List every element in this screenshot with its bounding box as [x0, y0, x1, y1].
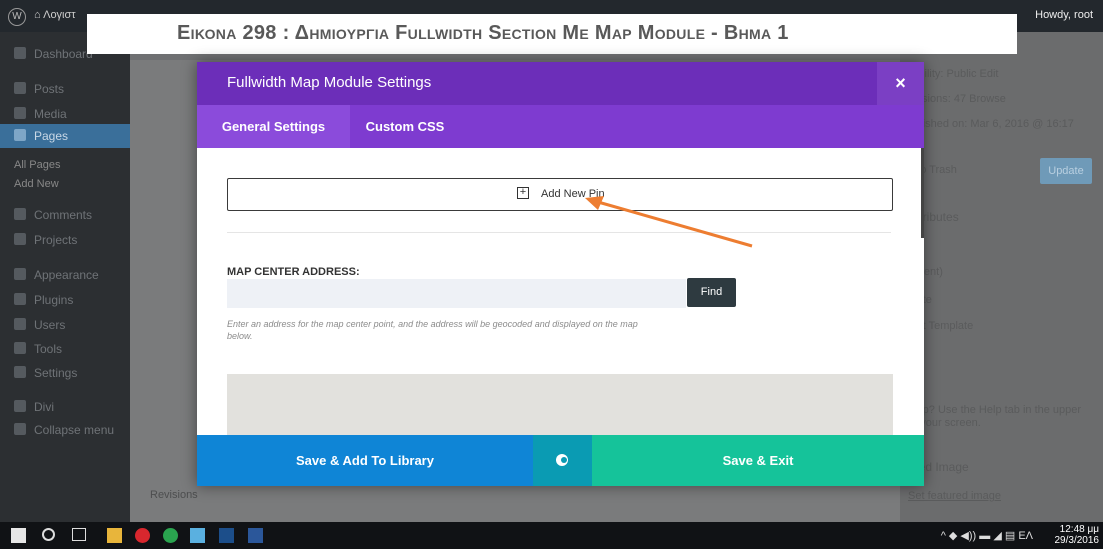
- sidebar-item-label: Comments: [34, 208, 93, 222]
- map-module-settings-modal: Fullwidth Map Module Settings × General …: [197, 62, 924, 486]
- modal-tabs: General Settings Custom CSS: [197, 105, 924, 148]
- pin-icon: [14, 82, 26, 94]
- sidebar-item-divi[interactable]: Divi: [0, 395, 130, 419]
- tools-icon: [14, 342, 26, 354]
- site-name-label: Λογιστ: [43, 9, 76, 21]
- sidebar-item-posts[interactable]: Posts: [0, 77, 130, 101]
- update-button[interactable]: Update: [1040, 158, 1092, 184]
- sidebar-item-label: Media: [34, 107, 67, 121]
- clock-time: 12:48 μμ: [1059, 524, 1099, 535]
- pages-icon: [14, 129, 26, 141]
- sidebar-item-label: Projects: [34, 233, 78, 247]
- map-center-address-input[interactable]: [227, 279, 686, 308]
- add-pin-label: Add New Pin: [541, 188, 605, 200]
- close-button[interactable]: ×: [877, 62, 924, 105]
- modal-body: + Add New Pin MAP CENTER ADDRESS: Find E…: [197, 148, 924, 435]
- publish-sidebar: isibility: Public Edit evisions: 47 Brow…: [900, 32, 1103, 522]
- sidebar-item-label: Pages: [34, 129, 69, 143]
- collapse-icon: [14, 423, 26, 435]
- sidebar-sub-all-pages[interactable]: All Pages: [14, 159, 60, 171]
- eye-pupil: [561, 457, 567, 463]
- sidebar-item-appearance[interactable]: Appearance: [0, 263, 130, 287]
- modal-header: Fullwidth Map Module Settings ×: [197, 62, 924, 105]
- projects-icon: [14, 233, 26, 245]
- save-add-to-library-button[interactable]: Save & Add To Library: [197, 435, 533, 486]
- sidebar-item-collapse[interactable]: Collapse menu: [0, 418, 130, 442]
- find-button[interactable]: Find: [687, 278, 736, 307]
- save-exit-button[interactable]: Save & Exit: [592, 435, 924, 486]
- comment-icon: [14, 208, 26, 220]
- file-explorer-icon[interactable]: [107, 528, 122, 543]
- search-icon[interactable]: [42, 528, 55, 541]
- admin-sidebar: Dashboard Posts Media Pages All Pages Ad…: [0, 32, 130, 522]
- chrome-icon[interactable]: [163, 528, 178, 543]
- caption-text: Εικονα 298 : Δημιουργια Fullwidth Sectio…: [177, 22, 789, 44]
- sidebar-item-plugins[interactable]: Plugins: [0, 288, 130, 312]
- sidebar-item-comments[interactable]: Comments: [0, 203, 130, 227]
- sidebar-item-label: Users: [34, 318, 66, 332]
- app-icon[interactable]: [190, 528, 205, 543]
- add-new-pin-button[interactable]: + Add New Pin: [227, 178, 893, 211]
- help-text: help? Use the Help tab in the upper: [908, 404, 1082, 416]
- opera-icon[interactable]: [135, 528, 150, 543]
- divi-icon: [14, 400, 26, 412]
- word-icon[interactable]: [248, 528, 263, 543]
- sidebar-item-pages[interactable]: Pages: [0, 124, 130, 148]
- divider: [227, 232, 891, 233]
- plugin-icon: [14, 293, 26, 305]
- sidebar-item-tools[interactable]: Tools: [0, 337, 130, 361]
- site-name-link[interactable]: ⌂ Λογιστ: [34, 9, 76, 21]
- sidebar-item-projects[interactable]: Projects: [0, 228, 130, 252]
- map-preview[interactable]: [227, 374, 893, 435]
- windows-taskbar: ^ ◆ ◀)) ▬ ◢ ▤ ΕΛ 12:48 μμ 29/3/2016: [0, 522, 1103, 549]
- modal-scrollbar[interactable]: [921, 148, 924, 238]
- user-greeting[interactable]: Howdy, root: [1035, 9, 1093, 21]
- tray-icons: ^ ◆ ◀)) ▬ ◢ ▤: [940, 530, 1019, 542]
- sidebar-item-label: Tools: [34, 342, 63, 356]
- media-icon: [14, 107, 26, 119]
- league-icon[interactable]: [219, 528, 234, 543]
- close-icon: ×: [895, 73, 906, 93]
- sidebar-item-label: Posts: [34, 82, 65, 96]
- start-windows-icon[interactable]: [11, 528, 26, 543]
- language-indicator[interactable]: ΕΛ: [1018, 530, 1033, 542]
- wordpress-logo-icon[interactable]: W: [8, 8, 26, 26]
- tab-custom-css[interactable]: Custom CSS: [350, 105, 460, 148]
- brush-icon: [14, 268, 26, 280]
- sidebar-item-label: Settings: [34, 366, 78, 380]
- task-view-icon[interactable]: [72, 528, 86, 541]
- set-featured-image-link[interactable]: Set featured image: [908, 490, 1001, 502]
- map-center-address-label: MAP CENTER ADDRESS:: [227, 266, 360, 278]
- published-text: ublished on: Mar 6, 2016 @ 16:17: [908, 118, 1074, 130]
- users-icon: [14, 318, 26, 330]
- modal-title: Fullwidth Map Module Settings: [227, 74, 432, 91]
- preview-button[interactable]: [533, 435, 592, 486]
- sidebar-item-settings[interactable]: Settings: [0, 361, 130, 385]
- system-tray[interactable]: ^ ◆ ◀)) ▬ ◢ ▤ ΕΛ: [941, 529, 1033, 542]
- plus-icon: +: [517, 187, 529, 199]
- sidebar-item-label: Divi: [34, 400, 54, 414]
- sidebar-item-users[interactable]: Users: [0, 313, 130, 337]
- clock[interactable]: 12:48 μμ 29/3/2016: [1055, 524, 1100, 546]
- sidebar-item-label: Collapse menu: [34, 423, 115, 437]
- settings-icon: [14, 366, 26, 378]
- revisions-heading: Revisions: [150, 489, 198, 501]
- sidebar-item-label: Appearance: [34, 268, 99, 282]
- sidebar-item-label: Plugins: [34, 293, 74, 307]
- dashboard-icon: [14, 47, 26, 59]
- sidebar-item-label: Dashboard: [34, 47, 93, 61]
- figure-caption: Εικονα 298 : Δημιουργια Fullwidth Sectio…: [87, 14, 1017, 54]
- modal-footer: Save & Add To Library Save & Exit: [197, 435, 924, 486]
- sidebar-sub-add-new[interactable]: Add New: [14, 178, 59, 190]
- sidebar-item-media[interactable]: Media: [0, 102, 130, 126]
- address-description: Enter an address for the map center poin…: [227, 319, 638, 341]
- tab-general-settings[interactable]: General Settings: [197, 105, 350, 148]
- clock-date: 29/3/2016: [1054, 535, 1100, 546]
